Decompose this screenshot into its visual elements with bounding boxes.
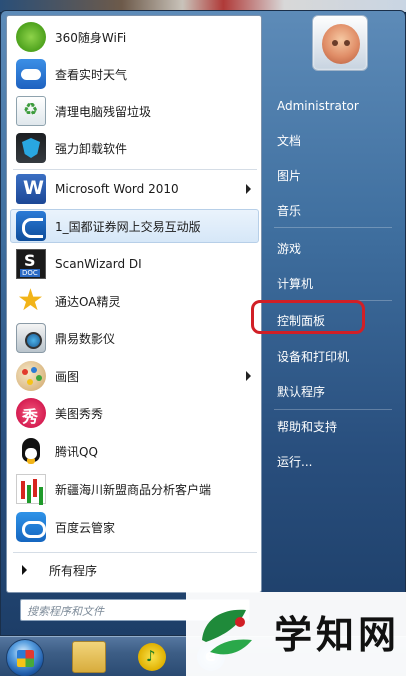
music-player-icon[interactable]: ♪ <box>134 641 168 673</box>
program-label: 清理电脑残留垃圾 <box>55 104 152 119</box>
stock-trading-icon <box>16 211 46 241</box>
user-name-link[interactable]: Administrator <box>270 93 390 119</box>
submenu-arrow-icon <box>246 371 251 381</box>
all-programs-button[interactable]: 所有程序 <box>10 557 259 583</box>
program-label: 通达OA精灵 <box>55 294 121 309</box>
program-item[interactable]: 360随身WiFi <box>10 20 259 54</box>
program-item[interactable]: 1_国都证券网上交易互动版 <box>10 209 259 243</box>
right-panel-item[interactable]: 游戏 <box>270 236 390 262</box>
program-item[interactable]: 清理电脑残留垃圾 <box>10 94 259 128</box>
program-label: 新疆海川新盟商品分析客户端 <box>55 482 212 497</box>
right-panel-item[interactable]: 帮助和支持 <box>270 414 390 440</box>
right-panel-item[interactable]: 计算机 <box>270 271 390 297</box>
user-avatar[interactable] <box>312 15 368 71</box>
program-label: 腾讯QQ <box>55 444 98 459</box>
right-panel-item[interactable]: 运行... <box>270 449 390 475</box>
right-panel: Administrator 文档 图片 音乐 游戏 计算机 控制面板 设备和打印机 默认程序 帮助… <box>251 11 405 635</box>
program-separator <box>13 169 257 170</box>
wifi-icon <box>16 22 46 52</box>
program-label: 查看实时天气 <box>55 67 128 82</box>
program-item[interactable]: ScanWizard DI <box>10 247 259 281</box>
program-item[interactable]: 查看实时天气 <box>10 57 259 91</box>
uninstall-shield-icon <box>16 133 46 163</box>
candlestick-chart-icon <box>16 474 46 504</box>
program-label: 强力卸载软件 <box>55 141 128 156</box>
right-panel-separator <box>274 227 392 228</box>
word-icon <box>16 174 46 204</box>
watermark: 学知网 <box>186 592 406 676</box>
program-label: Microsoft Word 2010 <box>55 182 179 196</box>
submenu-arrow-icon <box>246 184 251 194</box>
program-item[interactable]: 通达OA精灵 <box>10 283 259 318</box>
avatar-eye-left <box>332 40 338 46</box>
avatar-eye-right <box>344 40 350 46</box>
meitu-icon <box>16 398 46 428</box>
program-item[interactable]: 强力卸载软件 <box>10 131 259 165</box>
star-icon <box>16 283 46 318</box>
watermark-text: 学知网 <box>274 613 401 657</box>
program-item[interactable]: 鼎易数影仪 <box>10 321 259 355</box>
triangle-right-icon <box>22 565 27 575</box>
scanner-doc-icon <box>16 249 46 279</box>
windows-start-orb-icon[interactable] <box>6 639 44 676</box>
program-item[interactable]: 新疆海川新盟商品分析客户端 <box>10 472 259 506</box>
right-panel-item[interactable]: 图片 <box>270 163 390 189</box>
program-item[interactable]: 画图 <box>10 359 259 393</box>
start-menu: 360随身WiFi 查看实时天气清理电脑残留垃圾强力卸载软件 Microsoft W… <box>0 10 406 636</box>
cloud-icon <box>16 512 46 542</box>
avatar-face-icon <box>322 24 360 64</box>
program-item[interactable]: 百度云管家 <box>10 510 259 544</box>
program-label: 美图秀秀 <box>55 406 104 421</box>
recycle-icon <box>16 96 46 126</box>
camera-icon <box>16 323 46 353</box>
program-item[interactable]: 腾讯QQ <box>10 434 259 468</box>
program-label: 鼎易数影仪 <box>55 331 116 346</box>
all-programs-label: 所有程序 <box>49 563 98 578</box>
all-programs-separator <box>13 552 257 553</box>
weather-icon <box>16 59 46 89</box>
leaf-logo-icon <box>202 609 252 655</box>
paint-palette-icon <box>16 361 46 391</box>
right-panel-item[interactable]: 音乐 <box>270 198 390 224</box>
program-label: 画图 <box>55 369 80 384</box>
right-panel-separator <box>274 409 392 410</box>
program-label: 1_国都证券网上交易互动版 <box>55 219 201 234</box>
program-item[interactable]: Microsoft Word 2010 <box>10 172 259 206</box>
program-label: 360随身WiFi <box>55 30 127 45</box>
qq-penguin-icon <box>16 436 46 466</box>
right-panel-item[interactable]: 文档 <box>270 128 390 154</box>
program-label: 百度云管家 <box>55 520 116 535</box>
right-panel-item[interactable]: 设备和打印机 <box>270 344 390 370</box>
control-panel-highlight-circle <box>251 300 365 334</box>
program-item[interactable]: 美图秀秀 <box>10 396 259 430</box>
program-list-panel: 360随身WiFi 查看实时天气清理电脑残留垃圾强力卸载软件 Microsoft W… <box>6 15 262 593</box>
program-label: ScanWizard DI <box>55 257 142 271</box>
right-panel-item[interactable]: 默认程序 <box>270 379 390 405</box>
folder-icon[interactable] <box>72 641 106 673</box>
